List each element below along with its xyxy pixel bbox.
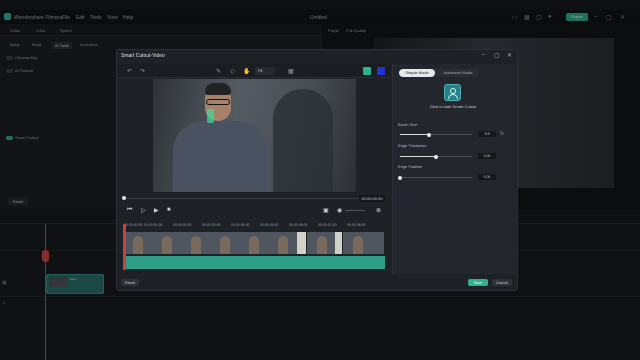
filmstrip-frame	[335, 232, 343, 254]
ruler-time: 00:00:00:00	[124, 223, 143, 227]
cutout-track[interactable]	[123, 256, 385, 269]
ruler-time: 00:00:08:00	[347, 223, 366, 227]
cancel-button[interactable]: Cancel	[492, 279, 512, 286]
tab-simple-mode[interactable]: Simple Mode	[399, 69, 435, 77]
overlay-view-icon[interactable]	[377, 67, 385, 75]
dialog-reset-button[interactable]: Reset	[121, 279, 139, 286]
edge-feather-label: Edge Feather	[398, 164, 423, 169]
play-icon[interactable]: ▶	[154, 207, 159, 214]
ruler-time: 00:00:06:00	[289, 223, 308, 227]
current-time: 00:00:00:00	[359, 195, 385, 202]
compare-icon[interactable]: ▦	[288, 68, 294, 75]
redo-icon[interactable]: ↷	[140, 68, 145, 75]
preview-scrubber[interactable]	[123, 198, 385, 199]
brush-size-label: Brush Size	[398, 122, 418, 127]
filmstrip-frame	[123, 232, 153, 254]
ruler-time: 00:00:04:00	[231, 223, 250, 227]
volume-slider[interactable]	[345, 210, 365, 211]
brush-size-handle[interactable]	[426, 132, 431, 137]
brush-size-slider[interactable]	[400, 132, 472, 137]
filmstrip-frame	[297, 232, 307, 254]
start-cutout-text[interactable]: Click to start Smart Cutout	[408, 104, 498, 109]
brush-size-fill	[400, 134, 429, 135]
edge-thickness-value[interactable]: 0.00	[478, 153, 496, 159]
edge-feather-slider[interactable]	[398, 175, 472, 180]
dialog-close-icon[interactable]: ✕	[507, 52, 512, 59]
dialog-title: Smart Cutout-Video	[121, 53, 165, 59]
eraser-icon[interactable]: ◇	[230, 68, 235, 75]
step-play-icon[interactable]: ▷	[141, 207, 146, 214]
video-filmstrip[interactable]	[123, 232, 385, 254]
dialog-minimize-icon[interactable]: –	[482, 52, 485, 58]
brush-icon[interactable]: ✎	[216, 68, 221, 75]
stop-icon[interactable]: ■	[167, 207, 171, 213]
ruler-time: 00:00:02:00	[173, 223, 192, 227]
zoom-select[interactable]: Fit	[255, 67, 275, 75]
edge-thickness-slider[interactable]	[400, 154, 472, 159]
filmstrip-frame	[307, 232, 337, 254]
hand-icon[interactable]: ✋	[243, 68, 250, 75]
brush-size-value[interactable]: 110	[478, 131, 496, 137]
dialog-toolbar	[117, 64, 391, 78]
edge-thickness-handle[interactable]	[434, 154, 438, 159]
edge-feather-handle[interactable]	[398, 175, 402, 180]
reset-brush-icon[interactable]: ↻	[500, 131, 504, 137]
ruler-time: 00:00:05:00	[260, 223, 279, 227]
filmstrip-frame	[268, 232, 298, 254]
filmstrip-frame	[210, 232, 240, 254]
filmstrip-frame	[343, 232, 373, 254]
ruler-time: 00:00:07:00	[318, 223, 337, 227]
save-button[interactable]: Save	[468, 279, 488, 286]
strip-playhead[interactable]	[123, 224, 126, 270]
tab-advanced-mode[interactable]: Advanced Mode	[437, 69, 479, 77]
scrubber-handle[interactable]	[122, 196, 126, 200]
ruler-time: 00:00:03:00	[202, 223, 221, 227]
volume-icon[interactable]: ◉	[337, 207, 342, 214]
undo-icon[interactable]: ↶	[127, 68, 132, 75]
transparency-view-icon[interactable]	[363, 67, 371, 75]
edge-thickness-fill	[400, 156, 436, 157]
filmstrip-frame	[181, 232, 211, 254]
filmstrip-frame	[372, 232, 385, 254]
filmstrip-frame	[239, 232, 269, 254]
ruler-time: 00:00:01:00	[144, 223, 163, 227]
cutout-preview[interactable]	[153, 79, 356, 192]
smart-cutout-start-icon[interactable]	[444, 84, 461, 101]
prev-frame-icon[interactable]: ⏮	[127, 207, 132, 214]
fullscreen-icon[interactable]: ▣	[323, 207, 329, 214]
zoom-in-icon[interactable]: ⊕	[376, 207, 381, 214]
dialog-maximize-icon[interactable]: ▢	[494, 52, 500, 59]
filmstrip-frame	[152, 232, 182, 254]
edge-feather-value[interactable]: 0.00	[478, 174, 496, 180]
edge-thickness-label: Edge Thickness	[398, 143, 427, 148]
